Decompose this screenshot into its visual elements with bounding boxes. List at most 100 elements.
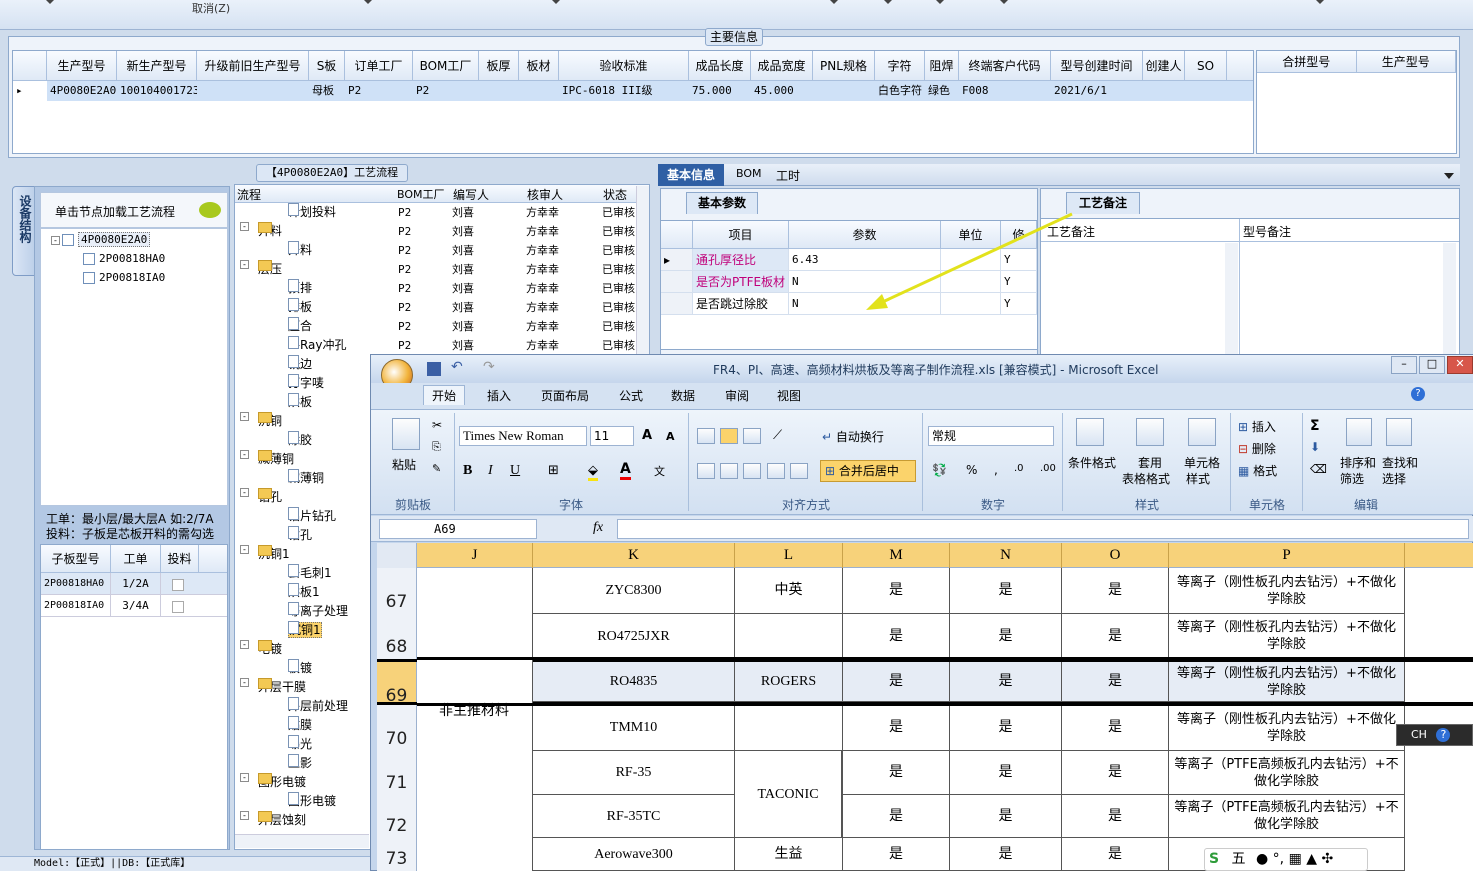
col-header[interactable]: 型号创建时间	[1051, 51, 1143, 80]
feed-checkbox[interactable]	[172, 600, 184, 613]
shrink-font-icon[interactable]: A	[666, 430, 675, 443]
row-header[interactable]: 71	[377, 751, 417, 795]
cut-icon[interactable]: ✂	[432, 418, 442, 432]
cell[interactable]: 等离子（刚性板孔内去钻污）+不做化学除胶	[1169, 614, 1405, 659]
table-row[interactable]: 69 RO4835 ROGERS 是是是等离子（刚性板孔内去钻污）+不做化学除胶	[377, 659, 1473, 706]
collapse-icon[interactable]: -	[240, 773, 249, 782]
align-bottom-icon[interactable]	[743, 428, 761, 444]
collapse-icon[interactable]: -	[240, 260, 249, 269]
checkbox-icon[interactable]	[62, 234, 74, 246]
collapse-icon[interactable]: -	[240, 640, 249, 649]
cell[interactable]: 是	[1062, 795, 1169, 838]
tab-basic-params[interactable]: 基本参数	[686, 192, 758, 214]
font-color-icon[interactable]: A	[620, 461, 631, 480]
col-header[interactable]: 成品长度	[689, 51, 751, 80]
delete-cells-button[interactable]: ⊟ 删除	[1238, 440, 1276, 457]
col-header[interactable]: SO	[1185, 51, 1227, 80]
col-header[interactable]: 板厚	[479, 51, 519, 80]
cell[interactable]: 等离子（刚性板孔内去钻污）+不做化学除胶	[1169, 705, 1405, 751]
column-header[interactable]: N	[950, 543, 1062, 568]
tree-node-root[interactable]: - 4P0080E2A0	[51, 231, 151, 248]
sort-filter-button[interactable]: 排序和	[1340, 454, 1376, 471]
cell-styles-icon[interactable]	[1188, 418, 1216, 446]
phonetic-icon[interactable]: 文	[654, 463, 665, 479]
italic-icon[interactable]: I	[488, 463, 493, 479]
format-table-button-line2[interactable]: 表格格式	[1122, 470, 1170, 487]
border-icon[interactable]: ⊞	[548, 463, 559, 478]
collapse-icon[interactable]: -	[240, 450, 249, 459]
dropdown-arrow-icon[interactable]	[1316, 0, 1324, 4]
autosum-icon[interactable]: Σ	[1310, 418, 1320, 434]
flow-row[interactable]: 压合 P2 刘喜 方幸幸 已审核	[236, 317, 635, 336]
tree-node-child-2[interactable]: 2P00818IA0	[83, 269, 165, 286]
sort-filter-button-line2[interactable]: 筛选	[1340, 470, 1364, 487]
collapse-icon[interactable]: -	[51, 235, 60, 245]
tab-work-hours[interactable]: 工时	[776, 167, 800, 184]
ribbon-tab[interactable]: 页面布局	[541, 387, 589, 404]
redo-icon[interactable]: ↷	[483, 359, 495, 375]
col-header[interactable]: 板材	[519, 51, 559, 80]
load-hint-box[interactable]: 单击节点加载工艺流程	[40, 192, 228, 228]
ribbon-tab[interactable]: 审阅	[725, 387, 749, 404]
bold-icon[interactable]: B	[463, 463, 472, 479]
conditional-format-button[interactable]: 条件格式	[1068, 454, 1116, 471]
cell[interactable]: 是	[950, 614, 1062, 659]
ime-toolbar[interactable]: CH ?	[1396, 724, 1473, 746]
flow-row[interactable]: 沉铜1	[236, 621, 386, 640]
col-header[interactable]: 投料	[161, 545, 199, 572]
row-selector[interactable]	[661, 293, 693, 314]
ribbon-tab[interactable]: 视图	[777, 387, 801, 404]
row-header[interactable]: 70	[377, 705, 417, 751]
flow-row[interactable]: -开料P2刘喜方幸幸已审核	[236, 222, 635, 241]
cell[interactable]: 等离子（刚性板孔内去钻污）+不做化学除胶	[1169, 662, 1405, 702]
row-header[interactable]: 72	[377, 795, 417, 838]
conditional-format-icon[interactable]	[1076, 418, 1104, 446]
cell[interactable]: 是	[843, 795, 950, 838]
col-header[interactable]: BOM工厂	[413, 51, 479, 80]
format-cells-button[interactable]: ▦ 格式	[1238, 462, 1277, 479]
merged-cell-l[interactable]: TACONIC	[735, 751, 842, 838]
cancel-label[interactable]: 取消(Z)	[192, 0, 230, 16]
wrap-text-button[interactable]: ↵ 自动换行	[822, 428, 884, 445]
cell-styles-button-line2[interactable]: 样式	[1186, 470, 1210, 487]
format-painter-icon[interactable]: ✎	[432, 462, 441, 475]
col-header[interactable]: 项目	[693, 221, 789, 248]
dropdown-arrow-icon[interactable]	[1444, 173, 1454, 179]
fill-color-icon[interactable]: ⬙	[588, 463, 598, 481]
column-header[interactable]: J	[417, 543, 533, 568]
align-middle-icon[interactable]	[720, 428, 738, 444]
col-header[interactable]: 核审人	[527, 186, 563, 203]
remark-scrollbar[interactable]	[1225, 243, 1238, 365]
decrease-indent-icon[interactable]	[767, 463, 785, 479]
main-info-data-row[interactable]: ▸4P0080E2A010010400172357 母板 P2 P2 IPC-6018 …	[13, 81, 1253, 101]
cell[interactable]: 中英	[735, 568, 843, 614]
flow-row[interactable]: 计划投料 P2 刘喜 方幸幸 已审核	[236, 203, 635, 222]
cell[interactable]: RF-35TC	[533, 795, 735, 838]
col-header[interactable]: 子板型号	[41, 545, 111, 572]
col-header[interactable]: 型号备注	[1243, 223, 1291, 240]
col-header[interactable]: PNL规格	[813, 51, 875, 80]
align-right-icon[interactable]	[743, 463, 761, 479]
align-top-icon[interactable]	[697, 428, 715, 444]
cell[interactable]: 是	[843, 568, 950, 614]
tab-bom[interactable]: BOM	[736, 167, 762, 180]
format-table-button[interactable]: 套用	[1138, 454, 1162, 471]
find-select-button[interactable]: 查找和	[1382, 454, 1418, 471]
sub-board-row[interactable]: 2P00818HA0 1/2A	[41, 573, 227, 595]
copy-icon[interactable]: ⎘	[432, 440, 441, 454]
cell[interactable]: 等离子（刚性板孔内去钻污）+不做化学除胶	[1169, 568, 1405, 614]
row-header[interactable]: 73	[377, 838, 417, 871]
cell[interactable]: 是	[843, 614, 950, 659]
col-header[interactable]: 合拼型号	[1257, 51, 1357, 72]
cell[interactable]: 是	[950, 662, 1062, 702]
cell[interactable]: 是	[843, 705, 950, 751]
underline-icon[interactable]: U	[510, 463, 520, 479]
ribbon-tab[interactable]: 公式	[619, 387, 643, 404]
currency-icon[interactable]: 💱	[932, 463, 947, 477]
format-table-icon[interactable]	[1136, 418, 1164, 446]
row-header[interactable]: 69	[377, 662, 417, 706]
flow-row[interactable]: 排板 P2 刘喜 方幸幸 已审核	[236, 298, 635, 317]
cell[interactable]: 等离子（PTFE高频板孔内去钻污）+不做化学除胶	[1169, 751, 1405, 795]
ribbon-tab[interactable]: 插入	[487, 387, 511, 404]
table-row[interactable]: 71 RF-35 是是是等离子（PTFE高频板孔内去钻污）+不做化学除胶	[377, 751, 1473, 795]
